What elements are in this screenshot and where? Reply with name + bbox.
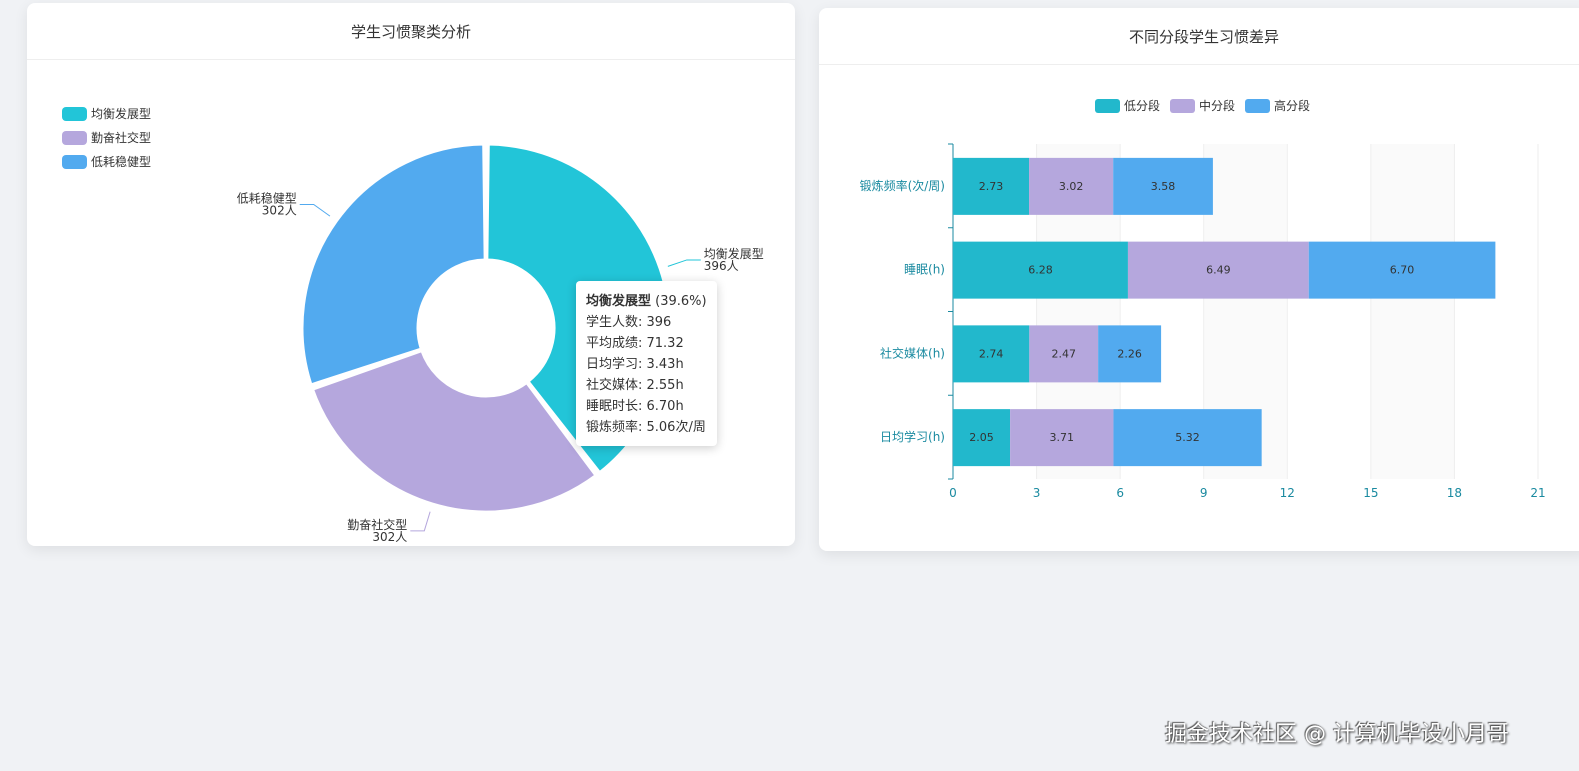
legend-swatch[interactable] <box>62 155 87 169</box>
legend-swatch[interactable] <box>62 131 87 145</box>
pie-slice[interactable] <box>300 142 487 387</box>
x-tick-label: 6 <box>1116 486 1124 500</box>
bar-chart: 低分段 中分段 高分段 0 3 6 9 12 15 18 21 锻炼频率(次/周) 2.73 3.02 3.… <box>860 98 1546 500</box>
y-tick-label: 锻炼频率(次/周) <box>860 178 945 193</box>
bar-value-label: 2.26 <box>1117 347 1142 360</box>
bar-value-label: 3.58 <box>1151 180 1176 193</box>
x-tick-label: 3 <box>1033 486 1041 500</box>
tooltip-line: 平均成绩: 71.32 <box>586 336 684 351</box>
y-tick-label: 日均学习(h) <box>880 429 945 444</box>
slice-value: 302人 <box>372 530 407 544</box>
legend-label[interactable]: 低分段 <box>1124 98 1160 113</box>
pie-tooltip: 均衡发展型 (39.6%) 学生人数: 396 平均成绩: 71.32 日均学习… <box>576 281 717 446</box>
legend-swatch[interactable] <box>1170 99 1195 113</box>
bar-value-label: 3.71 <box>1050 431 1075 444</box>
y-tick-label: 社交媒体(h) <box>880 345 945 360</box>
bar-value-label: 2.74 <box>979 347 1004 360</box>
x-tick-label: 9 <box>1200 486 1208 500</box>
tooltip-percent: (39.6%) <box>655 294 707 309</box>
bar-value-label: 6.28 <box>1028 264 1053 277</box>
tooltip-line: 社交媒体: 2.55h <box>586 378 684 393</box>
bar-value-label: 6.49 <box>1206 264 1231 277</box>
pie-card: 学生习惯聚类分析 均衡发展型 勤奋社交型 低耗稳健型 均衡发展型 396人 勤奋社交型 30… <box>27 3 795 546</box>
x-tick-label: 18 <box>1447 486 1462 500</box>
bar-value-label: 6.70 <box>1390 264 1415 277</box>
tooltip-line: 学生人数: 396 <box>586 315 672 330</box>
legend-swatch[interactable] <box>62 107 87 121</box>
bar-value-label: 2.05 <box>969 431 994 444</box>
legend-swatch[interactable] <box>1095 99 1120 113</box>
pie-title: 学生习惯聚类分析 <box>27 3 795 60</box>
tooltip-line: 睡眠时长: 6.70h <box>586 399 684 414</box>
tooltip-title: 均衡发展型 <box>586 294 652 309</box>
bar-value-label: 2.73 <box>979 180 1004 193</box>
slice-value: 396人 <box>704 259 739 273</box>
y-tick-label: 睡眠(h) <box>904 263 945 277</box>
x-tick-label: 0 <box>949 486 957 500</box>
legend-label[interactable]: 高分段 <box>1274 98 1310 113</box>
legend-label[interactable]: 低耗稳健型 <box>91 154 151 169</box>
bar-value-label: 3.02 <box>1059 180 1084 193</box>
label-line <box>410 511 431 532</box>
bar-value-label: 5.32 <box>1175 431 1200 444</box>
label-line <box>667 259 701 267</box>
legend-swatch[interactable] <box>1245 99 1270 113</box>
tooltip-line: 锻炼频率: 5.06次/周 <box>586 420 706 435</box>
tooltip-line: 日均学习: 3.43h <box>586 357 684 372</box>
x-tick-label: 15 <box>1363 486 1378 500</box>
bar-card: 不同分段学生习惯差异 低分段 中分段 高分段 0 3 6 9 12 15 18 21 锻炼频率(次/周… <box>819 8 1579 551</box>
legend-label[interactable]: 勤奋社交型 <box>91 130 151 145</box>
legend-label[interactable]: 均衡发展型 <box>91 106 151 121</box>
slice-value: 302人 <box>262 203 297 217</box>
x-tick-label: 21 <box>1530 486 1545 500</box>
x-tick-label: 12 <box>1280 486 1295 500</box>
watermark: 掘金技术社区 @ 计算机毕设小月哥 <box>1165 722 1509 747</box>
bar-value-label: 2.47 <box>1051 347 1076 360</box>
legend-label[interactable]: 中分段 <box>1199 98 1235 113</box>
label-line <box>299 203 331 217</box>
bar-title: 不同分段学生习惯差异 <box>819 8 1579 65</box>
grid-band <box>1370 144 1455 479</box>
